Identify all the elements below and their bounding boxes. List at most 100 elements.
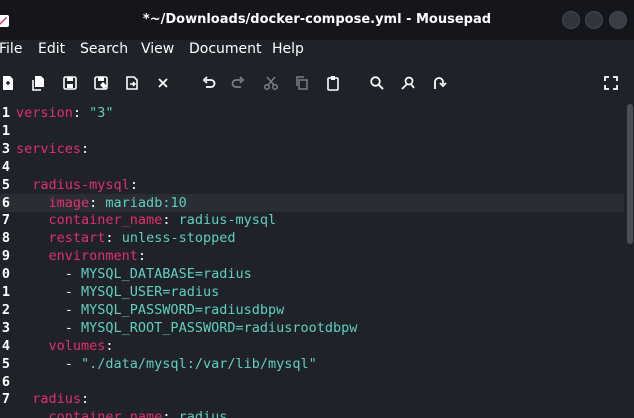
code-token: version xyxy=(16,105,73,121)
code-token: : xyxy=(162,212,179,229)
copy-icon[interactable] xyxy=(293,74,311,92)
cut-icon[interactable] xyxy=(262,74,280,92)
line-content: volumes: xyxy=(16,337,114,355)
code-line[interactable]: 0 - MYSQL_DATABASE=radius xyxy=(0,265,624,283)
line-content: restart: unless-stopped xyxy=(16,229,236,247)
code-line[interactable]: 5 - "./data/mysql:/var/lib/mysql" xyxy=(0,355,624,373)
window-title: *~/Downloads/docker-compose.yml - Mousep… xyxy=(142,12,492,27)
vertical-scrollbar[interactable] xyxy=(626,102,634,418)
code-line[interactable]: 1 version: "3" xyxy=(0,104,624,122)
code-line[interactable]: 2 - MYSQL_PASSWORD=radiusdbpw xyxy=(0,301,624,319)
maximize-button[interactable] xyxy=(585,11,603,29)
code-line[interactable]: 1 xyxy=(0,122,624,140)
code-token: container_name xyxy=(48,212,163,229)
code-line[interactable]: 7 radius: xyxy=(0,390,624,408)
code-token: - xyxy=(16,355,82,372)
code-token: "./data/mysql:/var/lib/mysql" xyxy=(81,355,317,372)
menu-view[interactable]: View xyxy=(141,41,174,57)
code-token: restart xyxy=(48,230,106,247)
search-icon[interactable] xyxy=(368,74,386,92)
code-token: - xyxy=(16,319,82,336)
menu-document[interactable]: Document xyxy=(189,41,262,57)
code-token: : xyxy=(81,140,90,157)
undo-icon[interactable] xyxy=(200,74,218,92)
line-content: - MYSQL_PASSWORD=radiusdbpw xyxy=(16,301,284,319)
code-token: "3" xyxy=(89,105,114,121)
fullscreen-icon[interactable] xyxy=(602,74,620,92)
menu-edit[interactable]: Edit xyxy=(38,41,65,57)
text-editor-area[interactable]: 1 version: "3" 1 3 services: 4 5 radius-mysql:… xyxy=(0,102,634,418)
code-line[interactable]: 8 restart: unless-stopped xyxy=(0,229,624,247)
paste-icon[interactable] xyxy=(324,74,342,92)
code-line[interactable]: 9 environment: xyxy=(0,247,624,265)
code-token: unless-stopped xyxy=(121,230,236,247)
line-content: services: xyxy=(16,140,89,158)
code-line[interactable]: 6 image: mariadb:10 xyxy=(0,193,624,212)
code-token: mariadb:10 xyxy=(105,194,187,211)
menu-help[interactable]: Help xyxy=(272,41,304,57)
line-number: 3 xyxy=(1,140,10,157)
menu-file[interactable]: File xyxy=(0,41,22,57)
code-line[interactable]: 6 xyxy=(0,373,624,391)
code-token: environment xyxy=(48,248,138,265)
code-token: radius-mysql xyxy=(178,212,277,229)
code-token: radius-mysql xyxy=(32,176,130,193)
code-token: radius xyxy=(178,409,228,418)
line-content: environment: xyxy=(16,247,147,265)
code-line[interactable]: 5 radius-mysql: xyxy=(0,176,624,194)
menu-bar: File Edit Search View Document Help xyxy=(0,40,634,62)
new-document-icon[interactable] xyxy=(0,74,17,92)
reload-icon[interactable] xyxy=(123,74,141,92)
line-number: 4 xyxy=(1,158,10,175)
code-token: : xyxy=(137,248,147,265)
line-number: 3 xyxy=(1,319,10,336)
line-content: container_name: radius xyxy=(16,408,228,418)
close-window-button[interactable] xyxy=(609,11,627,29)
line-number: 4 xyxy=(1,337,10,354)
line-content: radius: xyxy=(16,390,89,408)
line-content: - "./data/mysql:/var/lib/mysql" xyxy=(16,355,317,373)
code-line[interactable]: 3 services: xyxy=(0,140,624,158)
line-content: radius-mysql: xyxy=(16,176,138,194)
code-token: : xyxy=(89,194,106,211)
line-number: 9 xyxy=(1,248,10,265)
save-icon[interactable] xyxy=(61,74,79,92)
code-line[interactable]: 7 container_name: radius-mysql xyxy=(0,211,624,229)
save-as-icon[interactable] xyxy=(92,74,110,92)
code-token: : xyxy=(105,337,114,354)
code-token: container_name xyxy=(48,409,163,418)
redo-icon[interactable] xyxy=(229,74,247,92)
goto-icon[interactable] xyxy=(430,74,448,92)
code-token: : xyxy=(105,230,122,247)
line-content: - MYSQL_ROOT_PASSWORD=radiusrootdbpw xyxy=(16,319,358,337)
line-number: 6 xyxy=(1,194,10,211)
new-window-icon[interactable] xyxy=(30,74,48,92)
code-token: - xyxy=(16,266,82,283)
code-line[interactable]: 3 - MYSQL_ROOT_PASSWORD=radiusrootdbpw xyxy=(0,319,624,337)
code-token: : xyxy=(162,409,179,418)
line-number: 1 xyxy=(1,105,10,121)
code-line[interactable]: 4 xyxy=(0,158,624,176)
close-icon[interactable] xyxy=(154,74,172,92)
code-line[interactable]: container_name: radius xyxy=(0,408,624,418)
line-number: 5 xyxy=(1,355,10,372)
code-token: MYSQL_USER=radius xyxy=(81,284,220,300)
code-token: radius xyxy=(32,391,82,408)
code-line[interactable]: 1 - MYSQL_USER=radius xyxy=(0,283,624,301)
code-token: volumes xyxy=(48,337,106,354)
find-replace-icon[interactable] xyxy=(399,74,417,92)
line-number: 5 xyxy=(1,176,10,193)
scrollbar-thumb[interactable] xyxy=(627,104,633,244)
code-token: : xyxy=(72,105,90,121)
code-token: MYSQL_DATABASE=radius xyxy=(81,266,252,283)
minimize-button[interactable] xyxy=(562,11,580,29)
code-line[interactable]: 4 volumes: xyxy=(0,337,624,355)
menu-search[interactable]: Search xyxy=(80,41,128,57)
